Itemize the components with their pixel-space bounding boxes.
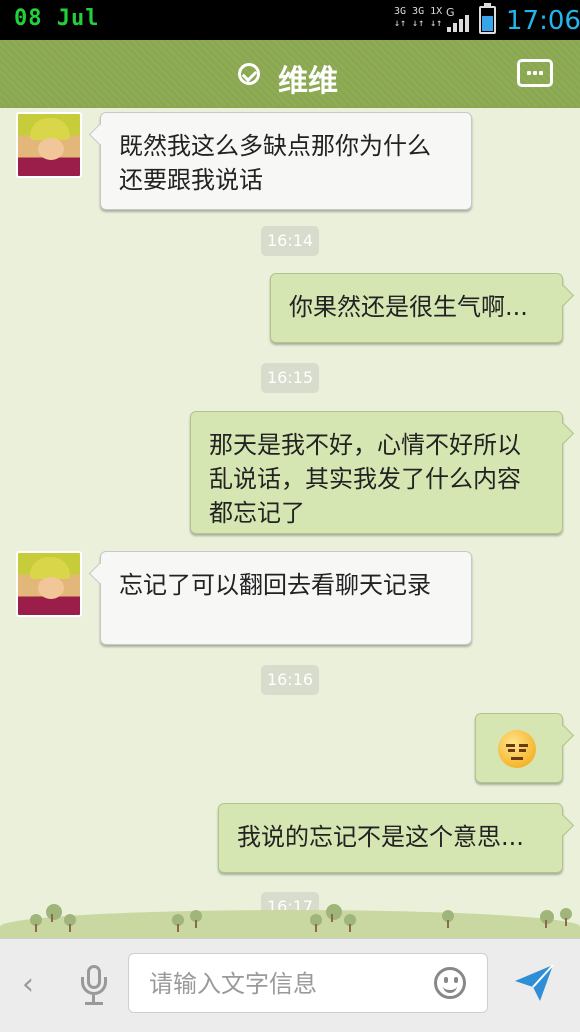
network-type-labels: 3G 3G 1X xyxy=(394,6,443,17)
message-text: 我说的忘记不是这个意思... xyxy=(237,823,524,851)
status-date: 08 Jul xyxy=(14,6,100,31)
timestamp: 16:16 xyxy=(261,665,319,695)
battery-icon xyxy=(479,3,496,34)
network-activity-arrows: ↓↑ ↓↑ ↓↑ xyxy=(394,18,443,29)
more-dots-icon xyxy=(527,71,531,75)
message-bubble-sent[interactable] xyxy=(475,713,563,783)
message-bubble-sent[interactable]: 那天是我不好，心情不好所以乱说话，其实我发了什么内容都忘记了 xyxy=(190,411,563,534)
message-bubble-sent[interactable]: 你果然还是很生气啊... xyxy=(270,273,563,343)
message-input[interactable] xyxy=(147,968,411,1000)
input-bar: ‹ xyxy=(0,938,580,1032)
smiley-icon[interactable] xyxy=(434,967,466,999)
decorative-landscape xyxy=(0,880,580,940)
network-indicator: 3G 3G 1X ↓↑ ↓↑ ↓↑ xyxy=(394,6,442,30)
message-bubble-received[interactable]: 既然我这么多缺点那你为什么还要跟我说话 xyxy=(100,112,472,210)
message-text: 既然我这么多缺点那你为什么还要跟我说话 xyxy=(119,132,431,194)
contact-avatar[interactable] xyxy=(16,112,82,178)
check-circle-icon xyxy=(238,63,260,85)
microphone-icon[interactable] xyxy=(80,965,108,1009)
send-plane-icon[interactable] xyxy=(512,961,556,1005)
status-time: 17:06 xyxy=(506,6,580,36)
message-bubble-received[interactable]: 忘记了可以翻回去看聊天记录 xyxy=(100,551,472,645)
back-arrow-icon[interactable]: ‹ xyxy=(22,967,34,1002)
message-text: 你果然还是很生气啊... xyxy=(289,293,528,321)
annoyed-face-emoji xyxy=(498,730,536,768)
status-bar: 08 Jul 3G 3G 1X ↓↑ ↓↑ ↓↑ G 17:06 xyxy=(0,0,580,40)
chat-title[interactable]: 维维 xyxy=(278,56,338,100)
timestamp: 16:15 xyxy=(261,363,319,393)
more-menu-button[interactable] xyxy=(517,59,553,87)
message-text: 忘记了可以翻回去看聊天记录 xyxy=(119,571,431,599)
chat-message-list[interactable]: 既然我这么多缺点那你为什么还要跟我说话 16:14 你果然还是很生气啊... 1… xyxy=(0,108,580,938)
signal-icon xyxy=(447,14,469,32)
message-bubble-sent[interactable]: 我说的忘记不是这个意思... xyxy=(218,803,563,873)
timestamp: 16:14 xyxy=(261,226,319,256)
message-input-box[interactable] xyxy=(128,953,488,1013)
message-text: 那天是我不好，心情不好所以乱说话，其实我发了什么内容都忘记了 xyxy=(209,431,521,527)
contact-avatar[interactable] xyxy=(16,551,82,617)
